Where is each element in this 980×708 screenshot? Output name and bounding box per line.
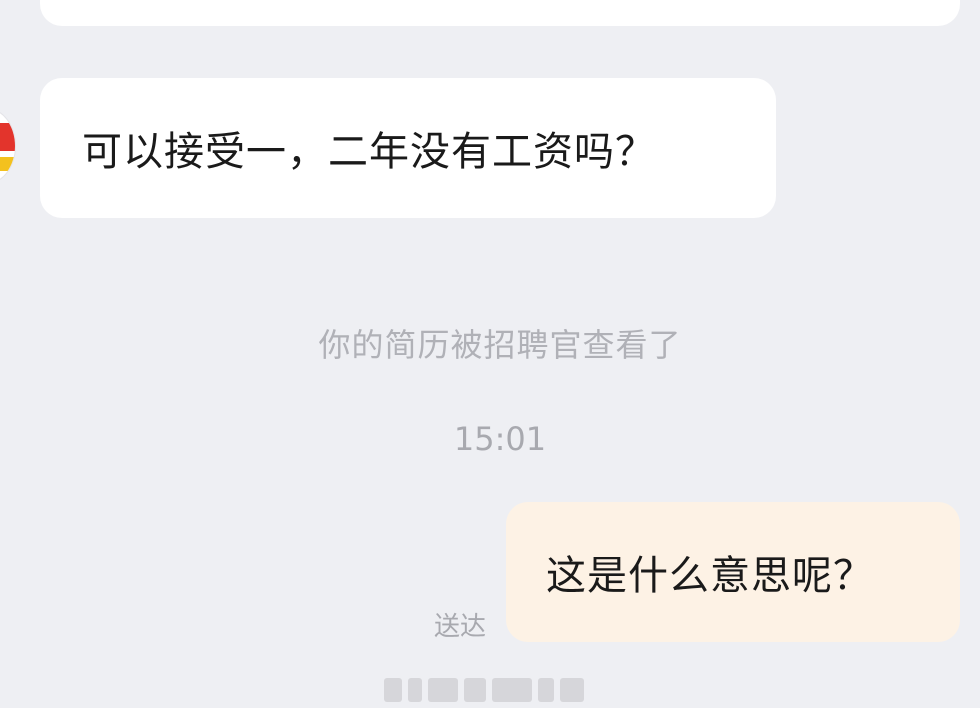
avatar-red-band: [0, 123, 15, 151]
incoming-message-text: 可以接受一，二年没有工资吗？: [82, 129, 656, 175]
message-timestamp: 15:01: [453, 420, 547, 458]
delivery-status: 送达: [434, 612, 487, 642]
previous-message-bubble: [40, 0, 960, 26]
incoming-message-bubble[interactable]: 可以接受一，二年没有工资吗？: [40, 78, 776, 218]
outgoing-message-text: 这是什么意思呢？: [546, 553, 874, 599]
outgoing-message-bubble[interactable]: 这是什么意思呢？: [506, 502, 960, 642]
watermark-logo: [384, 678, 584, 702]
system-notice: 你的简历被招聘官查看了: [318, 326, 682, 364]
avatar-yellow-band: [0, 157, 15, 171]
sender-avatar[interactable]: [0, 108, 16, 184]
